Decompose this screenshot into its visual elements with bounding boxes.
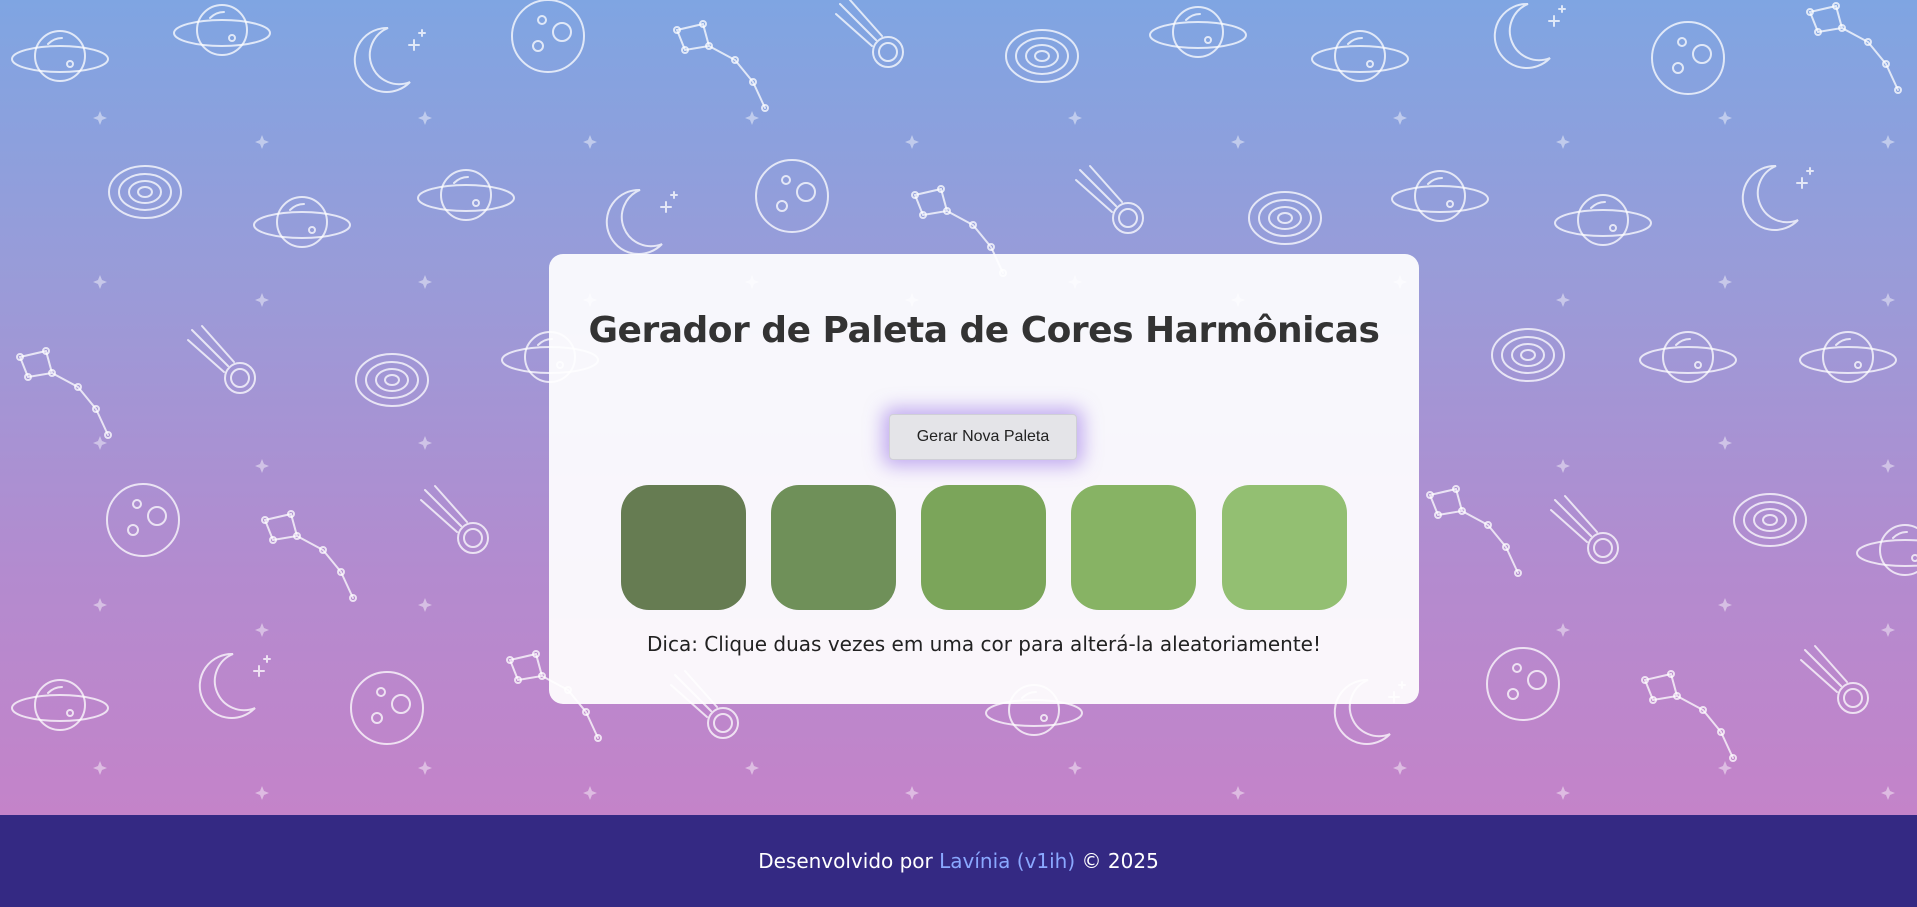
star-icon <box>745 761 759 775</box>
palette-card: Gerador de Paleta de Cores Harmônicas Ge… <box>549 254 1419 704</box>
galaxy-icon <box>1491 328 1565 382</box>
star-icon <box>418 598 432 612</box>
palette-swatches <box>621 485 1347 611</box>
star-icon <box>93 111 107 125</box>
moon-crater-icon <box>511 0 585 73</box>
generate-palette-button[interactable]: Gerar Nova Paleta <box>889 414 1077 460</box>
footer-copyright: © 2025 <box>1081 849 1159 873</box>
moon-crater-icon <box>106 483 180 557</box>
constellation-icon <box>261 510 357 602</box>
color-swatch-3[interactable] <box>921 485 1046 610</box>
star-icon <box>255 293 269 307</box>
star-icon <box>93 275 107 289</box>
star-icon <box>418 111 432 125</box>
moon-icon <box>1493 2 1566 69</box>
star-icon <box>1718 436 1732 450</box>
star-icon <box>905 786 919 800</box>
comet-icon <box>187 325 256 394</box>
star-icon <box>255 623 269 637</box>
moon-icon <box>605 188 678 255</box>
moon-crater-icon <box>755 159 829 233</box>
star-icon <box>1718 761 1732 775</box>
star-icon <box>93 436 107 450</box>
color-swatch-2[interactable] <box>771 485 896 610</box>
planet-icon <box>253 196 351 248</box>
constellation-icon <box>1641 670 1737 762</box>
star-icon <box>1881 623 1895 637</box>
star-icon <box>1881 135 1895 149</box>
star-icon <box>1556 623 1570 637</box>
star-icon <box>1718 111 1732 125</box>
star-icon <box>1881 293 1895 307</box>
color-swatch-1[interactable] <box>621 485 746 610</box>
moon-crater-icon <box>1651 21 1725 95</box>
star-icon <box>255 135 269 149</box>
galaxy-icon <box>1248 191 1322 245</box>
comet-icon <box>1550 495 1619 564</box>
star-icon <box>1881 459 1895 473</box>
star-icon <box>1556 459 1570 473</box>
star-icon <box>1556 135 1570 149</box>
star-icon <box>1718 598 1732 612</box>
constellation-icon <box>673 20 769 112</box>
star-icon <box>255 459 269 473</box>
moon-icon <box>198 652 271 719</box>
moon-icon <box>353 26 426 93</box>
planet-icon <box>1856 524 1917 576</box>
footer: Desenvolvido por Lavínia (v1ih) © 2025 <box>0 815 1917 907</box>
galaxy-icon <box>1005 29 1079 83</box>
galaxy-icon <box>108 165 182 219</box>
star-icon <box>1556 293 1570 307</box>
planet-icon <box>1554 194 1652 246</box>
star-icon <box>1231 786 1245 800</box>
constellation-icon <box>1426 485 1522 577</box>
footer-credit-prefix: Desenvolvido por <box>758 849 933 873</box>
star-icon <box>255 786 269 800</box>
star-icon <box>93 761 107 775</box>
comet-icon <box>835 0 904 68</box>
star-icon <box>1881 786 1895 800</box>
star-icon <box>583 786 597 800</box>
galaxy-icon <box>355 353 429 407</box>
galaxy-icon <box>1733 493 1807 547</box>
comet-icon <box>1075 165 1144 234</box>
star-icon <box>1068 111 1082 125</box>
star-icon <box>418 275 432 289</box>
planet-icon <box>417 169 515 221</box>
star-icon <box>745 111 759 125</box>
star-icon <box>583 135 597 149</box>
color-swatch-4[interactable] <box>1071 485 1196 610</box>
planet-icon <box>1311 30 1409 82</box>
planet-icon <box>1391 170 1489 222</box>
planet-icon <box>11 679 109 731</box>
star-icon <box>1393 761 1407 775</box>
comet-icon <box>1800 645 1869 714</box>
star-icon <box>1393 111 1407 125</box>
star-icon <box>1718 275 1732 289</box>
moon-icon <box>1741 164 1814 231</box>
star-icon <box>93 598 107 612</box>
star-icon <box>1231 135 1245 149</box>
star-icon <box>1556 786 1570 800</box>
page: Gerador de Paleta de Cores Harmônicas Ge… <box>0 0 1917 907</box>
planet-icon <box>1149 6 1247 58</box>
tip-text: Dica: Clique duas vezes em uma cor para … <box>647 632 1321 656</box>
page-title: Gerador de Paleta de Cores Harmônicas <box>588 310 1380 351</box>
moon-crater-icon <box>1486 647 1560 721</box>
planet-icon <box>1639 331 1737 383</box>
constellation-icon <box>16 347 112 439</box>
star-icon <box>905 135 919 149</box>
planet-icon <box>173 4 271 56</box>
planet-icon <box>1799 331 1897 383</box>
star-icon <box>418 436 432 450</box>
planet-icon <box>11 30 109 82</box>
star-icon <box>1068 761 1082 775</box>
color-swatch-5[interactable] <box>1222 485 1347 610</box>
author-link[interactable]: Lavínia (v1ih) <box>939 849 1075 873</box>
comet-icon <box>420 485 489 554</box>
moon-crater-icon <box>350 671 424 745</box>
star-icon <box>418 761 432 775</box>
constellation-icon <box>1806 2 1902 94</box>
